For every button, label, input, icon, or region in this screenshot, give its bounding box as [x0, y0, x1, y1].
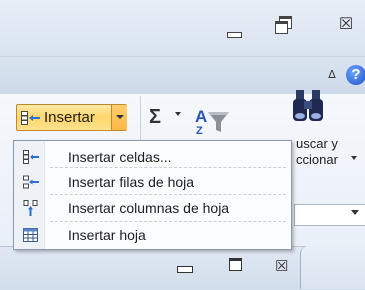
find-select-label-line2: ccionar	[296, 152, 338, 167]
workbook-restore-button[interactable]	[229, 258, 242, 271]
insert-button-label: Insertar	[44, 109, 95, 126]
workbook-window-edge	[300, 246, 365, 289]
workbook-minimize-button[interactable]	[177, 266, 193, 273]
autosum-icon[interactable]: Σ	[149, 106, 161, 129]
svg-text:A: A	[195, 107, 207, 126]
find-select-label-line1: uscar y	[296, 136, 338, 151]
menu-item-label: Insertar columnas de hoja	[68, 200, 230, 216]
insert-cells-icon	[23, 150, 39, 164]
autosum-dropdown-icon[interactable]	[175, 112, 181, 116]
find-select-icon[interactable]	[290, 86, 330, 126]
menu-item-label: Insertar filas de hoja	[68, 174, 195, 190]
title-bar	[0, 0, 365, 56]
ribbon-collapse-icon[interactable]: ᐃ	[326, 69, 338, 81]
insert-button[interactable]: Insertar	[17, 105, 111, 130]
close-button[interactable]: ☒	[333, 14, 359, 36]
menu-separator	[50, 167, 286, 168]
insert-columns-icon	[23, 200, 38, 216]
insert-dropdown-arrow[interactable]	[111, 105, 127, 130]
menu-item-label: Insertar hoja	[68, 227, 146, 243]
menu-item-insert-columns[interactable]: Insertar columnas de hoja	[16, 195, 289, 221]
find-select-dropdown-icon[interactable]	[351, 156, 357, 160]
menu-item-label: Insertar celdas...	[68, 149, 172, 165]
insert-split-button[interactable]: Insertar	[16, 104, 127, 131]
restore-button[interactable]	[273, 14, 299, 36]
minimize-button[interactable]	[222, 22, 248, 44]
formula-bar-expand-icon[interactable]	[351, 210, 359, 215]
menu-item-insert-sheet[interactable]: Insertar hoja	[16, 222, 289, 248]
sort-filter-icon[interactable]: A Z	[194, 100, 230, 136]
formula-bar[interactable]	[294, 204, 365, 226]
insert-rows-icon	[23, 175, 39, 189]
workbook-close-button[interactable]: ☒	[275, 257, 288, 275]
menu-item-insert-rows[interactable]: Insertar filas de hoja	[16, 169, 289, 195]
insert-sheet-icon	[23, 228, 38, 242]
find-select-label[interactable]: uscar y ccionar	[296, 136, 338, 168]
help-icon[interactable]: ?	[346, 65, 365, 85]
svg-text:Z: Z	[196, 125, 203, 136]
insert-cells-icon	[21, 111, 40, 125]
insert-dropdown-menu: Insertar celdas... Insertar filas de hoj…	[13, 140, 292, 250]
